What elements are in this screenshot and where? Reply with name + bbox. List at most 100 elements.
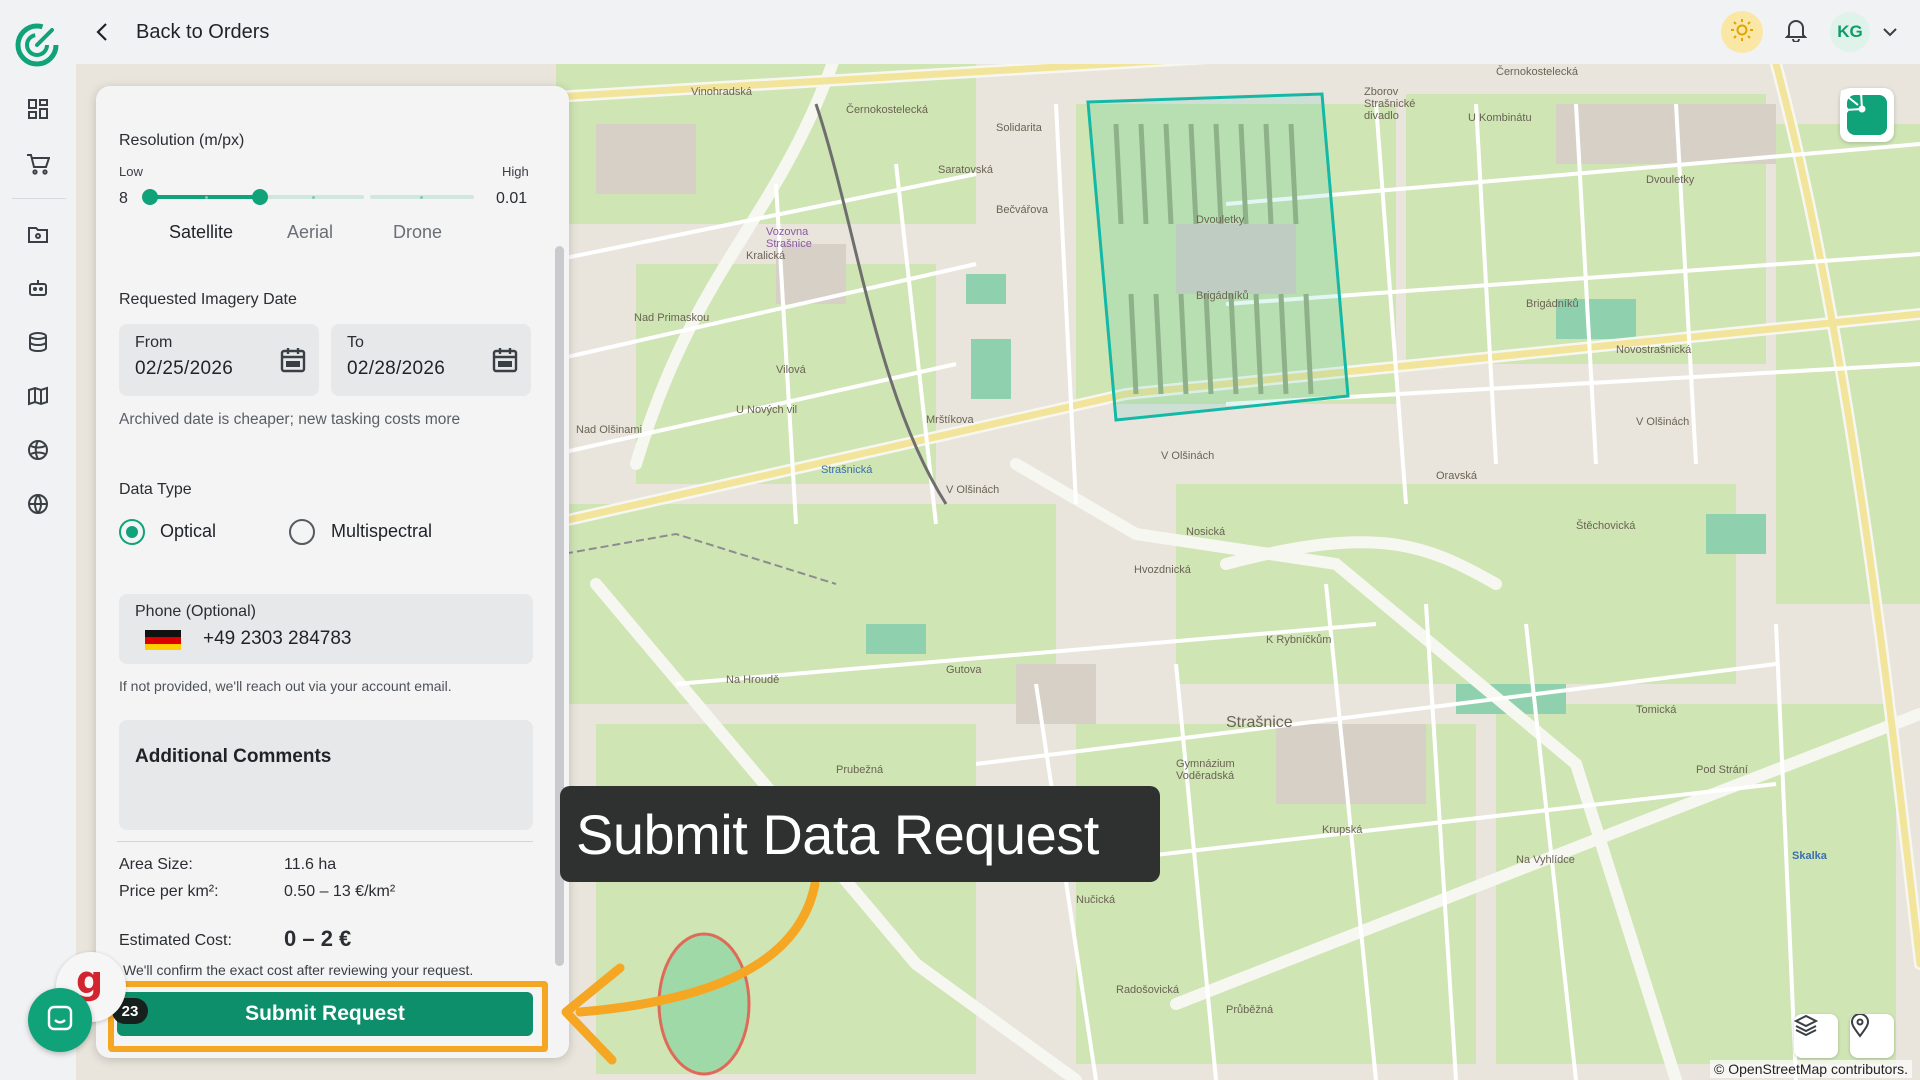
map-street-label: Zborov Strašnické divadlo xyxy=(1364,86,1416,122)
rail-divider xyxy=(12,198,66,199)
back-label: Back to Orders xyxy=(136,20,270,43)
map-street-label: Nad Olšinami xyxy=(576,424,643,436)
map-street-label: Oravská xyxy=(1436,470,1477,482)
map-street-label: Vilová xyxy=(776,364,806,376)
bell-icon xyxy=(1784,18,1808,47)
map-street-label: Štěchovická xyxy=(1576,520,1636,532)
map-street-label: Gymnázium Voděradská xyxy=(1176,758,1235,782)
map-street-label: Radošovická xyxy=(1116,984,1179,996)
map-street-label: V Olšinách xyxy=(1161,450,1215,462)
germany-flag-icon[interactable] xyxy=(145,630,181,650)
data-type-label: Data Type xyxy=(119,481,192,498)
segment-drone[interactable]: Drone xyxy=(393,222,442,243)
location-button[interactable] xyxy=(1850,1014,1894,1058)
calendar-icon[interactable] xyxy=(279,346,307,374)
map-street-label: V Olšinách xyxy=(946,484,1000,496)
map-street-label: Hvozdnická xyxy=(1134,564,1191,576)
resolution-low-label: Low xyxy=(119,164,143,179)
chevron-down-icon xyxy=(1882,22,1902,42)
map-street-label: Mrštíkova xyxy=(926,414,974,426)
map-street-label: Nad Primaskou xyxy=(634,312,710,324)
globe-grid-icon[interactable] xyxy=(24,436,52,464)
map-street-label: Dvouletky xyxy=(1646,174,1695,186)
slider-tick xyxy=(205,196,208,199)
date-to-field[interactable]: To 02/28/2026 xyxy=(331,324,531,396)
app-logo-icon[interactable] xyxy=(14,22,60,68)
estimated-cost-value: 0 – 2 € xyxy=(284,926,352,951)
price-value: 0.50 – 13 €/km² xyxy=(284,883,396,900)
map-street-label: Vinohradská xyxy=(691,86,752,98)
date-hint: Archived date is cheaper; new tasking co… xyxy=(119,411,461,428)
layers-button[interactable] xyxy=(1794,1014,1838,1058)
map-street-label: Novostrašnická xyxy=(1616,344,1692,356)
polygon-tool-icon xyxy=(1840,88,1887,135)
map-street-label: Dvouletky xyxy=(1196,214,1245,226)
comments-label: Additional Comments xyxy=(135,746,332,767)
radio-optical-control[interactable] xyxy=(119,519,145,545)
cost-note: We'll confirm the exact cost after revie… xyxy=(123,962,474,978)
resolution-low-value: 8 xyxy=(119,190,128,207)
chat-icon xyxy=(45,1003,75,1038)
map-street-label: Brigádníků xyxy=(1196,290,1249,302)
area-size-value: 11.6 ha xyxy=(284,856,337,873)
map-street-label: Solidarita xyxy=(996,122,1042,134)
phone-field[interactable]: Phone (Optional) +49 2303 284783 xyxy=(119,594,533,664)
segment-satellite[interactable]: Satellite xyxy=(169,222,233,243)
resolution-high-value: 0.01 xyxy=(496,190,528,207)
map-street-label: U Nových vil xyxy=(736,404,798,416)
cart-icon[interactable] xyxy=(24,150,52,178)
date-from-value: 02/25/2026 xyxy=(135,358,234,379)
radio-optical-label[interactable]: Optical xyxy=(160,521,216,542)
tutorial-callout: Submit Data Request xyxy=(560,786,1160,882)
phone-label: Phone (Optional) xyxy=(135,603,256,620)
folder-icon[interactable] xyxy=(24,220,52,248)
avatar: KG xyxy=(1830,12,1870,52)
slider-min-handle[interactable] xyxy=(142,189,158,205)
database-icon[interactable] xyxy=(24,328,52,356)
map-street-label: Nučická xyxy=(1076,894,1116,906)
calendar-icon[interactable] xyxy=(491,346,519,374)
radio-multispectral-control[interactable] xyxy=(289,519,315,545)
date-from-label: From xyxy=(135,334,173,351)
map-icon[interactable] xyxy=(24,382,52,410)
imagery-date-label: Requested Imagery Date xyxy=(119,291,297,308)
resolution-label: Resolution (m/px) xyxy=(119,132,245,149)
map-street-label: Tomická xyxy=(1636,704,1677,716)
back-to-orders-button[interactable]: Back to Orders xyxy=(90,14,269,50)
date-from-field[interactable]: From 02/25/2026 xyxy=(119,324,319,396)
chevron-left-icon xyxy=(90,20,114,44)
map-street-label: Gutova xyxy=(946,664,982,676)
resolution-high-label: High xyxy=(502,164,529,179)
map-street-label: Kralická xyxy=(746,250,786,262)
additional-comments-field[interactable]: Additional Comments xyxy=(119,720,533,830)
map-street-label: K Rybníčkům xyxy=(1266,634,1332,646)
user-menu-button[interactable]: KG xyxy=(1830,12,1920,52)
map-street-label: Skalka xyxy=(1792,850,1827,862)
map-street-label: Strašnice xyxy=(1226,714,1293,731)
top-bar: Back to Orders KG xyxy=(76,0,1920,64)
theme-toggle-button[interactable] xyxy=(1721,11,1763,53)
segment-aerial[interactable]: Aerial xyxy=(287,222,333,243)
app-root: Back to Orders KG Vinohradská Černokoste… xyxy=(0,0,1920,1080)
slider-tick xyxy=(312,196,315,199)
support-chat-button[interactable] xyxy=(28,988,92,1052)
map-street-label: Strašnická xyxy=(821,464,873,476)
draw-polygon-button[interactable] xyxy=(1840,88,1894,142)
map-street-label: Nosická xyxy=(1186,526,1226,538)
globe-icon[interactable] xyxy=(24,490,52,518)
notifications-button[interactable] xyxy=(1778,14,1814,50)
map-attribution: © OpenStreetMap contributors. xyxy=(1710,1060,1912,1078)
map-street-label: Vozovna Strašnice xyxy=(766,226,812,250)
radio-multispectral-label[interactable]: Multispectral xyxy=(331,521,432,542)
estimated-cost-label: Estimated Cost: xyxy=(119,932,232,949)
map-street-label: Na Hroudě xyxy=(726,674,780,686)
tutorial-highlight-frame xyxy=(108,981,548,1052)
sun-icon xyxy=(1730,18,1754,47)
map-street-label: Brigádníků xyxy=(1526,298,1579,310)
dashboard-icon[interactable] xyxy=(24,95,52,123)
area-size-label: Area Size: xyxy=(119,856,193,873)
phone-input[interactable]: +49 2303 284783 xyxy=(203,628,351,650)
left-nav-rail xyxy=(0,0,76,1080)
robot-icon[interactable] xyxy=(24,274,52,302)
price-label: Price per km²: xyxy=(119,883,219,900)
